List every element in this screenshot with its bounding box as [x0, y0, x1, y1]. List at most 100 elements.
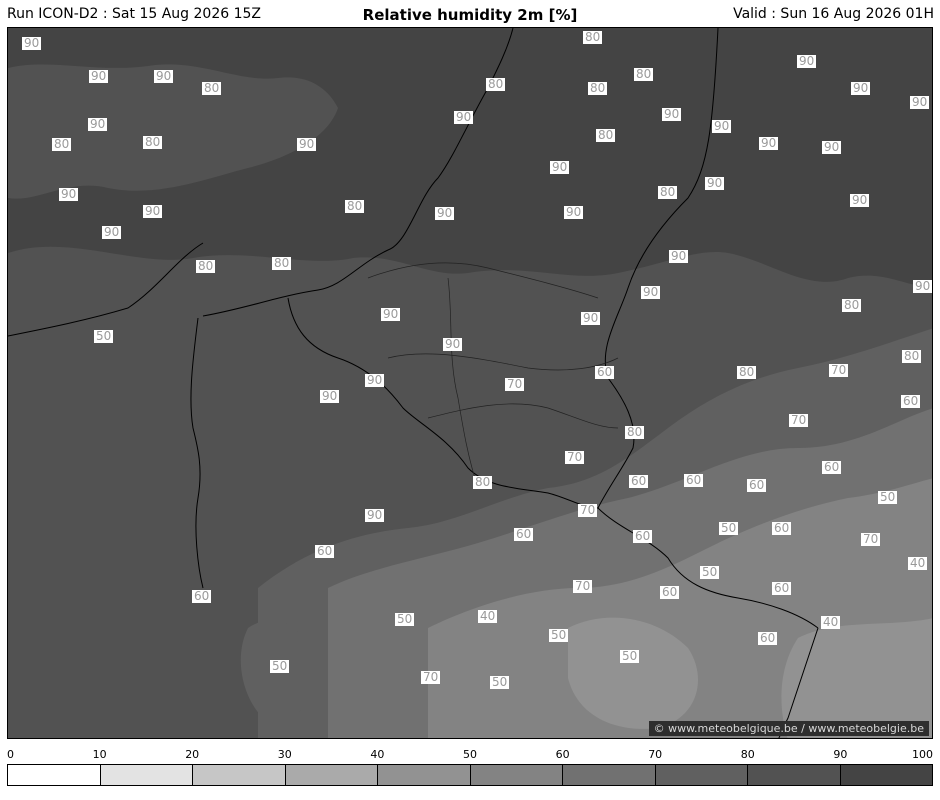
contour-label: 50 — [395, 612, 415, 626]
contour-label: 80 — [202, 81, 222, 95]
colorbar-ticks: 0 10 20 30 40 50 60 70 80 90 100 — [7, 748, 933, 762]
colorbar-cell — [285, 765, 378, 785]
contour-label: 60 — [747, 478, 767, 492]
contour-label: 90 — [88, 117, 108, 131]
colorbar-tick-label: 50 — [463, 748, 477, 761]
valid-time: Valid : Sun 16 Aug 2026 01H — [733, 6, 934, 22]
contour-label: 40 — [908, 556, 928, 570]
contour-label: 90 — [320, 389, 340, 403]
colorbar-tick-label: 10 — [92, 748, 107, 761]
contour-label: 90 — [443, 337, 463, 351]
contour-label: 60 — [772, 521, 792, 535]
contour-label: 90 — [850, 193, 870, 207]
contour-label: 80 — [143, 135, 163, 149]
contour-label: 80 — [902, 349, 922, 363]
contour-label: 60 — [633, 529, 653, 543]
contour-label: 80 — [737, 365, 757, 379]
contour-label: 90 — [822, 140, 842, 154]
contour-label: 90 — [712, 119, 732, 133]
contour-label: 70 — [505, 377, 525, 391]
contour-label: 90 — [759, 136, 779, 150]
contour-label: 50 — [94, 329, 114, 343]
contour-label: 60 — [629, 474, 649, 488]
contour-label: 50 — [878, 490, 898, 504]
copyright-notice: © www.meteobelgique.be / www.meteobelgie… — [648, 721, 929, 736]
contour-label: 50 — [270, 659, 290, 673]
contour-label: 80 — [842, 298, 862, 312]
contour-label: 90 — [435, 206, 455, 220]
contour-label: 50 — [490, 675, 510, 689]
contour-label: 40 — [821, 615, 841, 629]
contour-label: 60 — [758, 631, 778, 645]
colorbar-cell — [655, 765, 748, 785]
contour-label: 80 — [486, 77, 506, 91]
colorbar-tick-label: 0 — [7, 748, 14, 761]
colorbar — [7, 764, 933, 786]
contour-label: 90 — [581, 311, 601, 325]
contour-label: 60 — [684, 473, 704, 487]
contour-label: 90 — [910, 95, 930, 109]
contour-label: 70 — [578, 503, 598, 517]
contour-label: 90 — [365, 508, 385, 522]
contour-label: 90 — [851, 81, 871, 95]
contour-label: 80 — [52, 137, 72, 151]
colorbar-cell — [563, 765, 656, 785]
colorbar-tick-label: 80 — [740, 748, 755, 761]
contour-label: 90 — [297, 137, 317, 151]
colorbar-tick-label: 40 — [370, 748, 385, 761]
contour-label: 90 — [22, 36, 42, 50]
contour-label: 90 — [143, 204, 163, 218]
contour-label: 90 — [705, 176, 725, 190]
contour-label: 60 — [315, 544, 335, 558]
contour-label: 80 — [345, 199, 365, 213]
contour-label: 60 — [822, 460, 842, 474]
contour-label: 90 — [454, 110, 474, 124]
contour-label: 80 — [588, 81, 608, 95]
contour-label: 90 — [913, 279, 932, 293]
contour-label: 90 — [102, 225, 122, 239]
contour-label: 70 — [421, 670, 441, 684]
colorbar-tick-label: 30 — [277, 748, 292, 761]
contour-label: 60 — [772, 581, 792, 595]
colorbar-cell — [193, 765, 286, 785]
colorbar-cell — [748, 765, 841, 785]
contour-label: 50 — [700, 565, 720, 579]
contour-label: 90 — [365, 373, 385, 387]
contour-label: 40 — [478, 609, 498, 623]
contour-label: 60 — [514, 527, 534, 541]
contour-label: 80 — [596, 128, 616, 142]
contour-label: 90 — [669, 249, 689, 263]
contour-label: 60 — [192, 589, 212, 603]
contour-label: 90 — [797, 54, 817, 68]
contour-label: 70 — [789, 413, 809, 427]
humidity-map: 90 90 90 80 90 80 80 90 80 90 80 80 80 90 90 90 90 90 90 80… — [7, 27, 933, 739]
contour-label: 90 — [564, 205, 584, 219]
colorbar-tick-label: 70 — [648, 748, 663, 761]
contour-label: 70 — [565, 450, 585, 464]
contour-label: 80 — [196, 259, 216, 273]
contour-label: 90 — [89, 69, 109, 83]
contour-label: 50 — [620, 649, 640, 663]
contour-label: 80 — [625, 425, 645, 439]
contour-label: 50 — [549, 628, 569, 642]
contour-label: 60 — [660, 585, 680, 599]
colorbar-cell — [378, 765, 471, 785]
contour-label: 90 — [59, 187, 79, 201]
colorbar-tick-label: 60 — [555, 748, 570, 761]
colorbar-tick-label: 100 — [912, 748, 933, 761]
colorbar-tick-label: 90 — [833, 748, 848, 761]
contour-label: 60 — [901, 394, 921, 408]
contour-label: 80 — [583, 30, 603, 44]
contour-label: 70 — [829, 363, 849, 377]
contour-label: 90 — [550, 160, 570, 174]
colorbar-cell — [8, 765, 101, 785]
contour-label: 70 — [861, 532, 881, 546]
contour-label: 70 — [573, 579, 593, 593]
colorbar-cell — [100, 765, 193, 785]
contour-label: 90 — [154, 69, 174, 83]
contour-label: 80 — [658, 185, 678, 199]
contour-label: 90 — [662, 107, 682, 121]
contour-label: 80 — [634, 67, 654, 81]
contour-label: 60 — [595, 365, 615, 379]
colorbar-tick-label: 20 — [185, 748, 200, 761]
